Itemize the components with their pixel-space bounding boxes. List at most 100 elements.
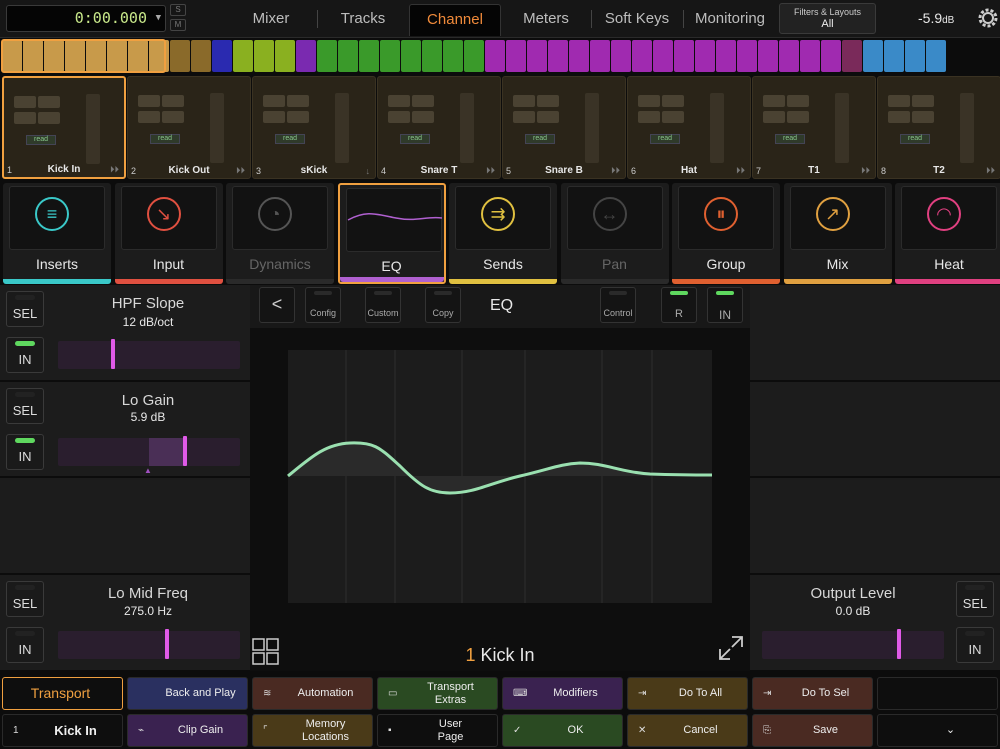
slider-knob[interactable] (111, 339, 115, 369)
channel-strip[interactable]: read 7 T1 ⏵⏵ (752, 76, 876, 179)
in-button[interactable]: IN (956, 627, 994, 663)
insert-slot[interactable] (38, 96, 60, 108)
track-color-segment[interactable] (611, 40, 631, 72)
section-group[interactable]: ⏸ Group (672, 183, 780, 284)
insert-slot[interactable] (537, 95, 559, 107)
section-pan[interactable]: ↔ Pan (560, 183, 669, 284)
automation-mode[interactable]: read (275, 134, 305, 144)
slider-knob[interactable] (165, 629, 169, 659)
in-button[interactable]: IN (6, 337, 44, 373)
config-button[interactable]: Config (305, 287, 341, 323)
track-color-segment[interactable] (338, 40, 358, 72)
insert-slot[interactable] (662, 95, 684, 107)
section-sends[interactable]: ⇉ Sends (449, 183, 557, 284)
insert-slot[interactable] (888, 111, 910, 123)
channel-strip[interactable]: read 1 Kick In ⏵⏵ (2, 76, 126, 179)
tab-channel[interactable]: Channel (409, 4, 501, 36)
track-color-segment[interactable] (485, 40, 505, 72)
output-level-slider[interactable] (762, 629, 944, 659)
softkey-do-to-all[interactable]: ⇥ Do To All (627, 677, 748, 710)
insert-slot[interactable] (162, 95, 184, 107)
insert-slot[interactable] (638, 95, 660, 107)
slider-knob[interactable] (897, 629, 901, 659)
slider-knob[interactable] (183, 436, 187, 466)
softkey-modifiers[interactable]: ⌨ Modifiers (502, 677, 623, 710)
track-color-segment[interactable] (254, 40, 274, 72)
insert-slot[interactable] (138, 111, 160, 123)
hpf-slope-slider[interactable] (58, 339, 240, 369)
in-button[interactable]: IN (6, 627, 44, 663)
track-color-segment[interactable] (422, 40, 442, 72)
insert-slot[interactable] (388, 95, 410, 107)
insert-slot[interactable] (412, 95, 434, 107)
tab-tracks[interactable]: Tracks (318, 4, 408, 36)
eq-graph[interactable] (250, 328, 750, 671)
section-heat[interactable]: ◠ Heat (895, 183, 1000, 284)
section-mix[interactable]: ↗ Mix (783, 183, 892, 284)
track-color-segment[interactable] (275, 40, 295, 72)
back-button[interactable]: < (259, 287, 295, 323)
automation-mode[interactable]: read (650, 134, 680, 144)
insert-slot[interactable] (662, 111, 684, 123)
custom-button[interactable]: Custom (365, 287, 401, 323)
gear-icon[interactable] (976, 6, 1000, 30)
track-color-segment[interactable] (170, 40, 190, 72)
softkey-clip-gain[interactable]: ⌁ Clip Gain (127, 714, 248, 747)
lo-mid-freq-slider[interactable] (58, 629, 240, 659)
sel-button[interactable]: SEL (6, 581, 44, 617)
insert-slot[interactable] (763, 95, 785, 107)
track-color-segment[interactable] (506, 40, 526, 72)
insert-slot[interactable] (638, 111, 660, 123)
automation-mode[interactable]: read (900, 134, 930, 144)
track-color-segment[interactable] (212, 40, 232, 72)
track-color-segment[interactable] (380, 40, 400, 72)
sel-button[interactable]: SEL (6, 388, 44, 424)
softkey-transport-extras[interactable]: ▭ Transport Extras (377, 677, 498, 710)
automation-mode[interactable]: read (775, 134, 805, 144)
section-inserts[interactable]: ≡ Inserts (3, 183, 111, 284)
track-color-segment[interactable] (359, 40, 379, 72)
tab-soft-keys[interactable]: Soft Keys (592, 4, 682, 36)
track-color-segment[interactable] (569, 40, 589, 72)
insert-slot[interactable] (263, 95, 285, 107)
track-color-segment[interactable] (758, 40, 778, 72)
insert-slot[interactable] (162, 111, 184, 123)
control-button[interactable]: Control (600, 287, 636, 323)
channel-strip[interactable]: read 8 T2 ⏵⏵ (877, 76, 1000, 179)
insert-slot[interactable] (787, 111, 809, 123)
track-color-segment[interactable] (842, 40, 862, 72)
softkey-blank[interactable] (877, 677, 998, 710)
softkey-back-and-play[interactable]: Back and Play (127, 677, 248, 710)
track-color-segment[interactable] (548, 40, 568, 72)
tab-monitoring[interactable]: Monitoring (684, 4, 776, 36)
section-eq[interactable]: EQ (337, 183, 446, 284)
time-counter[interactable]: 0:00.000 ▼ (6, 5, 166, 32)
track-color-segment[interactable] (191, 40, 211, 72)
automation-mode[interactable]: read (150, 134, 180, 144)
insert-slot[interactable] (412, 111, 434, 123)
insert-slot[interactable] (14, 96, 36, 108)
track-color-segment[interactable] (464, 40, 484, 72)
sel-button[interactable]: SEL (6, 291, 44, 327)
automation-mode[interactable]: read (26, 135, 56, 145)
automation-mode[interactable]: read (525, 134, 555, 144)
track-color-segment[interactable] (779, 40, 799, 72)
channel-strip[interactable]: read 4 Snare T ⏵⏵ (377, 76, 501, 179)
track-color-segment[interactable] (527, 40, 547, 72)
softkey-user-page[interactable]: ▪ User Page (377, 714, 498, 747)
insert-slot[interactable] (38, 112, 60, 124)
eq-in-button[interactable]: IN (707, 287, 743, 323)
mute-button[interactable]: M (170, 19, 186, 31)
insert-slot[interactable] (14, 112, 36, 124)
insert-slot[interactable] (513, 111, 535, 123)
track-color-segment[interactable] (884, 40, 904, 72)
track-color-segment[interactable] (590, 40, 610, 72)
insert-slot[interactable] (787, 95, 809, 107)
insert-slot[interactable] (537, 111, 559, 123)
track-color-segment[interactable] (821, 40, 841, 72)
softkey-do-to-sel[interactable]: ⇥ Do To Sel (752, 677, 873, 710)
track-color-segment[interactable] (716, 40, 736, 72)
section-input[interactable]: ↘ Input (114, 183, 223, 284)
track-color-segment[interactable] (401, 40, 421, 72)
track-color-segment[interactable] (905, 40, 925, 72)
